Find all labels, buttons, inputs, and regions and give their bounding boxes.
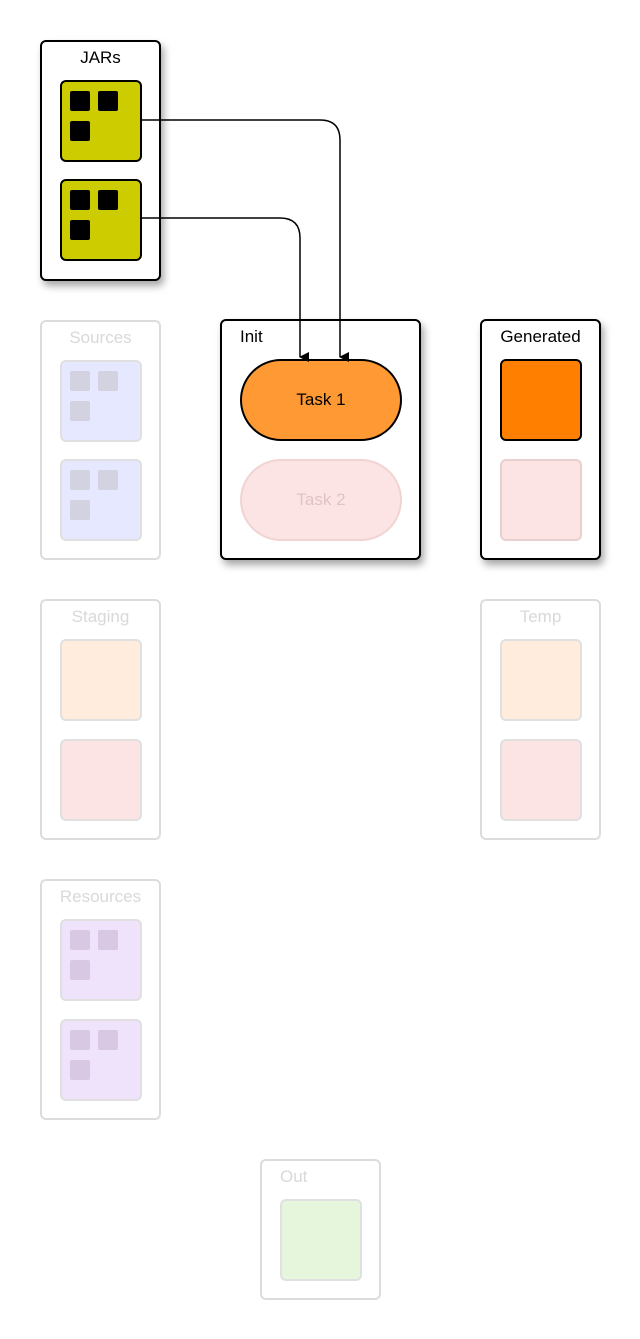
staging-group: Staging (40, 599, 161, 840)
generated-label: Generated (500, 327, 581, 346)
source-square (70, 500, 90, 520)
source-square (70, 470, 90, 490)
jar-tile-1[interactable] (60, 80, 142, 162)
generated-tile-1[interactable] (500, 359, 582, 441)
temp-tile-2[interactable] (500, 739, 582, 821)
resources-label: Resources (59, 887, 142, 906)
resources-tile-1[interactable] (60, 919, 142, 1001)
resource-square (98, 1030, 118, 1050)
resource-square (70, 1030, 90, 1050)
resource-square (70, 960, 90, 980)
source-square (70, 371, 90, 391)
sources-label: Sources (69, 328, 132, 347)
jar-square (70, 91, 90, 111)
generated-tile-2[interactable] (500, 459, 582, 541)
temp-label: Temp (519, 607, 562, 626)
jars-label: JARs (80, 48, 121, 67)
task-1-label: Task 1 (296, 390, 346, 409)
resource-square (70, 1060, 90, 1080)
jar-tile-2[interactable] (60, 179, 142, 261)
resource-square (70, 930, 90, 950)
resources-group: Resources (40, 879, 161, 1120)
sources-group: Sources (40, 320, 161, 560)
staging-tile-1[interactable] (60, 639, 142, 721)
staging-label: Staging (71, 607, 130, 626)
out-tile[interactable] (280, 1199, 362, 1281)
source-square (98, 371, 118, 391)
task-2-label: Task 2 (296, 490, 346, 509)
resource-square (98, 930, 118, 950)
jar-square (70, 121, 90, 141)
source-square (98, 470, 118, 490)
out-group: Out (260, 1159, 381, 1300)
sources-tile-2[interactable] (60, 459, 142, 541)
staging-tile-2[interactable] (60, 739, 142, 821)
source-square (70, 401, 90, 421)
task-2-node[interactable]: Task 2 (240, 459, 402, 541)
jars-group: JARs (40, 40, 161, 281)
resources-tile-2[interactable] (60, 1019, 142, 1101)
temp-group: Temp (480, 599, 601, 840)
generated-group: Generated (480, 319, 601, 560)
temp-tile-1[interactable] (500, 639, 582, 721)
task-1-node[interactable]: Task 1 (240, 359, 402, 441)
jar-square (98, 91, 118, 111)
jar-square (98, 190, 118, 210)
init-label: Init (240, 327, 263, 346)
out-label: Out (280, 1167, 308, 1186)
jar-square (70, 220, 90, 240)
sources-tile-1[interactable] (60, 360, 142, 442)
init-group: Init Task 1 Task 2 (220, 319, 421, 560)
jar-square (70, 190, 90, 210)
